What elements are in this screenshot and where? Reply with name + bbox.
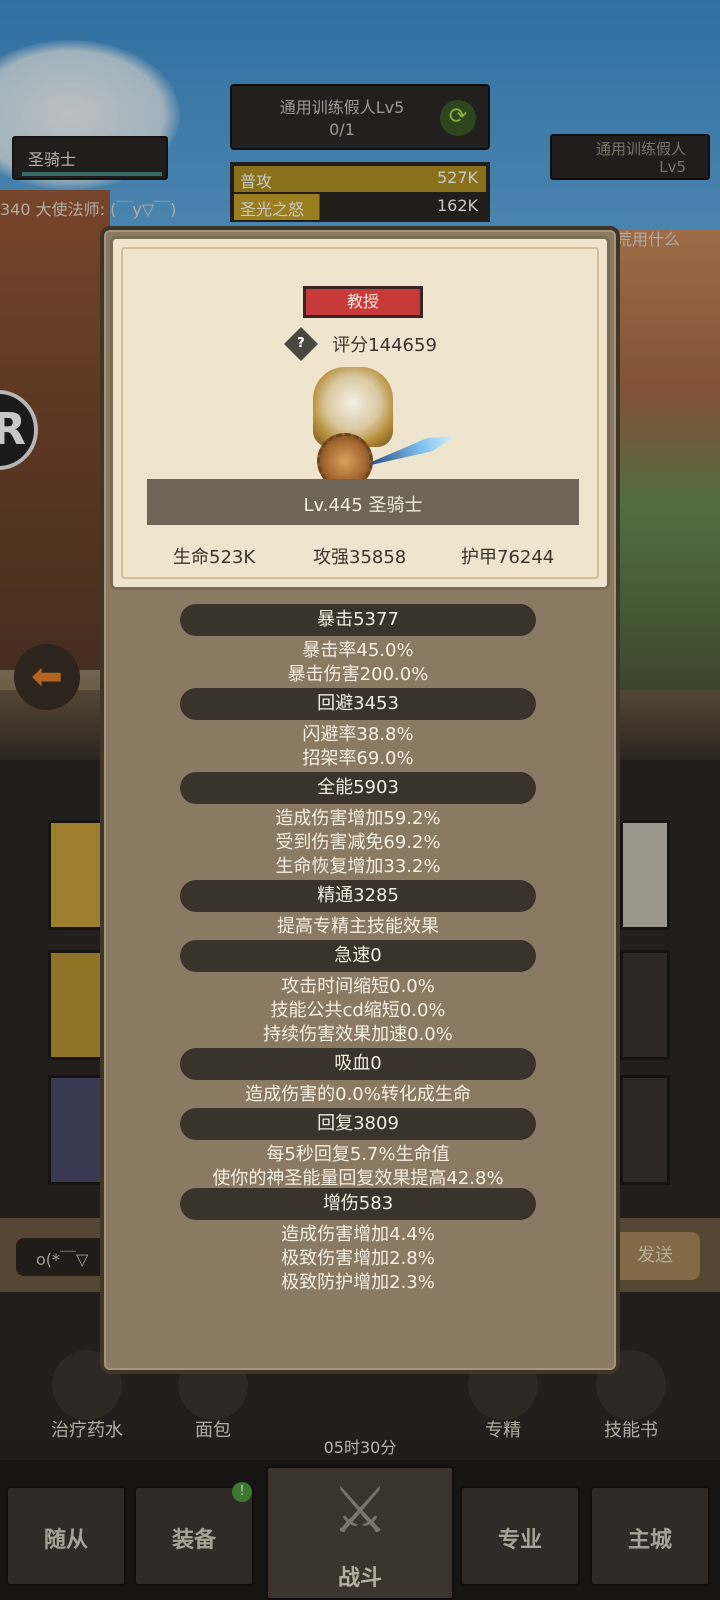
section-title: 全能5903	[317, 777, 399, 798]
section-header: 精通3285	[180, 880, 536, 912]
section-title: 回复3809	[317, 1113, 399, 1134]
section-header: 急速0	[180, 940, 536, 972]
section-title: 急速0	[334, 945, 382, 966]
section-line: 受到伤害减免69.2%	[275, 832, 441, 853]
level-title-bar: Lv.445 圣骑士	[147, 479, 579, 525]
section-title: 吸血0	[334, 1053, 382, 1074]
section-line: 招架率69.0%	[302, 748, 414, 769]
section-header: 全能5903	[180, 772, 536, 804]
section-line: 持续伤害效果加速0.0%	[263, 1024, 453, 1045]
section-header: 增伤583	[180, 1188, 536, 1220]
section-line: 使你的神圣能量回复效果提高42.8%	[212, 1168, 504, 1189]
section-line: 闪避率38.8%	[302, 724, 414, 745]
section-header: 暴击5377	[180, 604, 536, 636]
basic-stats: 生命523K 攻强35858 护甲76244	[113, 543, 613, 573]
section-line: 造成伤害增加4.4%	[281, 1224, 435, 1245]
section-line: 提高专精主技能效果	[277, 916, 439, 937]
section-title: 精通3285	[317, 885, 399, 906]
stat-health: 生命523K	[173, 547, 256, 568]
section-title: 回避3453	[317, 693, 399, 714]
section-header: 回避3453	[180, 688, 536, 720]
score-text: 评分144659	[332, 335, 437, 356]
section-line: 极致伤害增加2.8%	[281, 1248, 435, 1269]
section-line: 极致防护增加2.3%	[281, 1272, 435, 1293]
section-header: 回复3809	[180, 1108, 536, 1140]
section-line: 暴击率45.0%	[302, 640, 414, 661]
paladin-portrait	[303, 367, 463, 489]
section-line: 生命恢复增加33.2%	[275, 856, 441, 877]
rank-badge: 教授	[303, 286, 423, 318]
character-stats-panel: 教授 ? 评分144659 Lv.445 圣骑士 生命523K 攻强35858 …	[100, 226, 620, 1374]
character-card: 教授 ? 评分144659 Lv.445 圣骑士 生命523K 攻强35858 …	[110, 236, 610, 590]
section-line: 造成伤害的0.0%转化成生命	[245, 1084, 471, 1105]
section-header: 吸血0	[180, 1048, 536, 1080]
section-line: 技能公共cd缩短0.0%	[270, 1000, 446, 1021]
section-line: 攻击时间缩短0.0%	[281, 976, 435, 997]
help-icon[interactable]: ?	[284, 327, 319, 361]
score-row: ? 评分144659	[113, 327, 613, 361]
section-line: 造成伤害增加59.2%	[275, 808, 441, 829]
stat-armor: 护甲76244	[461, 547, 555, 568]
section-title: 增伤583	[322, 1193, 394, 1214]
section-line: 暴击伤害200.0%	[287, 664, 429, 685]
section-line: 每5秒回复5.7%生命值	[266, 1144, 450, 1165]
section-title: 暴击5377	[317, 609, 399, 630]
stat-attack-power: 攻强35858	[313, 547, 407, 568]
level-title: Lv.445 圣骑士	[303, 495, 423, 516]
